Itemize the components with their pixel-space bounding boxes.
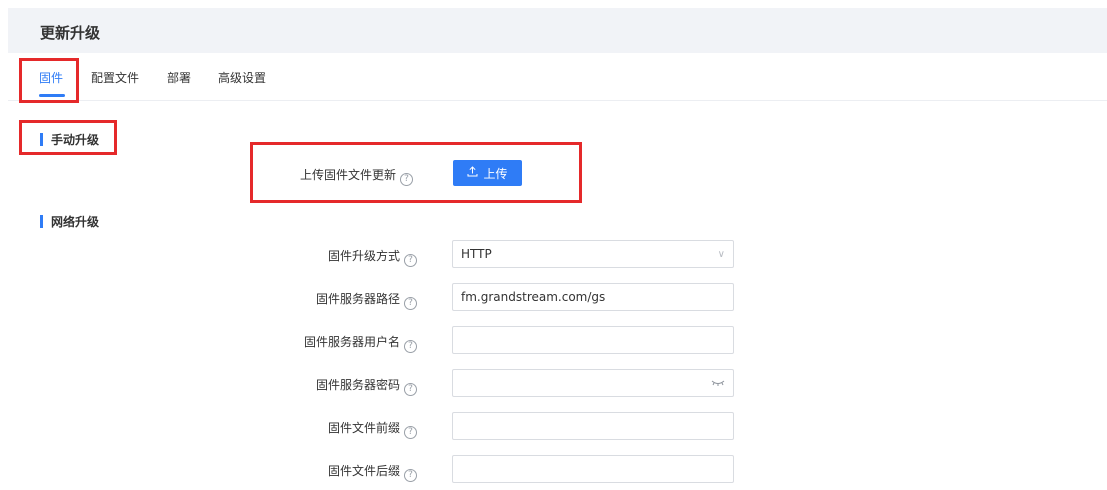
field-label-server-username: 固件服务器用户名?: [304, 333, 417, 353]
question-circle-icon[interactable]: ?: [404, 340, 417, 353]
field-label-text: 固件文件后缀: [327, 464, 400, 478]
field-label-text: 固件服务器用户名: [303, 335, 400, 349]
field-label-file-prefix: 固件文件前缀?: [328, 419, 417, 439]
server-username-input[interactable]: [452, 326, 734, 354]
question-circle-icon[interactable]: ?: [404, 383, 417, 396]
upgrade-method-select[interactable]: HTTP ∨: [452, 240, 734, 268]
callout-box-section: [19, 120, 117, 155]
callout-box-tab: [19, 58, 79, 103]
upgrade-method-value: HTTP: [461, 247, 492, 261]
field-label-text: 固件升级方式: [327, 249, 400, 263]
question-circle-icon[interactable]: ?: [404, 254, 417, 267]
question-circle-icon[interactable]: ?: [404, 469, 417, 482]
server-password-input[interactable]: [452, 369, 734, 397]
section-title-network-upgrade: 网络升级: [40, 213, 99, 230]
question-circle-icon[interactable]: ?: [404, 426, 417, 439]
field-label-file-suffix: 固件文件后缀?: [328, 462, 417, 482]
eye-closed-icon[interactable]: [711, 377, 725, 390]
question-circle-icon[interactable]: ?: [404, 297, 417, 310]
chevron-down-icon: ∨: [717, 248, 725, 260]
tab-deployment[interactable]: 部署: [167, 69, 191, 86]
file-suffix-input[interactable]: [452, 455, 734, 483]
tab-advanced-settings[interactable]: 高级设置: [218, 69, 266, 86]
app-frame: 更新升级 固件 配置文件 部署 高级设置 手动升级 上传固件文件更新? 上传 网…: [8, 8, 1107, 490]
server-path-value: fm.grandstream.com/gs: [461, 290, 606, 304]
field-label-server-password: 固件服务器密码?: [316, 376, 417, 396]
field-label-text: 固件服务器密码: [315, 378, 400, 392]
tab-config-file[interactable]: 配置文件: [91, 69, 139, 86]
page-title: 更新升级: [40, 24, 101, 42]
tab-bar: 固件 配置文件 部署 高级设置: [8, 53, 1107, 101]
server-path-input[interactable]: fm.grandstream.com/gs: [452, 283, 734, 311]
file-prefix-input[interactable]: [452, 412, 734, 440]
field-label-upgrade-method: 固件升级方式?: [328, 247, 417, 267]
callout-box-upload: [250, 142, 582, 203]
field-label-server-path: 固件服务器路径?: [316, 290, 417, 310]
page-header: 更新升级: [8, 8, 1107, 53]
field-label-text: 固件服务器路径: [315, 292, 400, 306]
field-label-text: 固件文件前缀: [327, 421, 400, 435]
